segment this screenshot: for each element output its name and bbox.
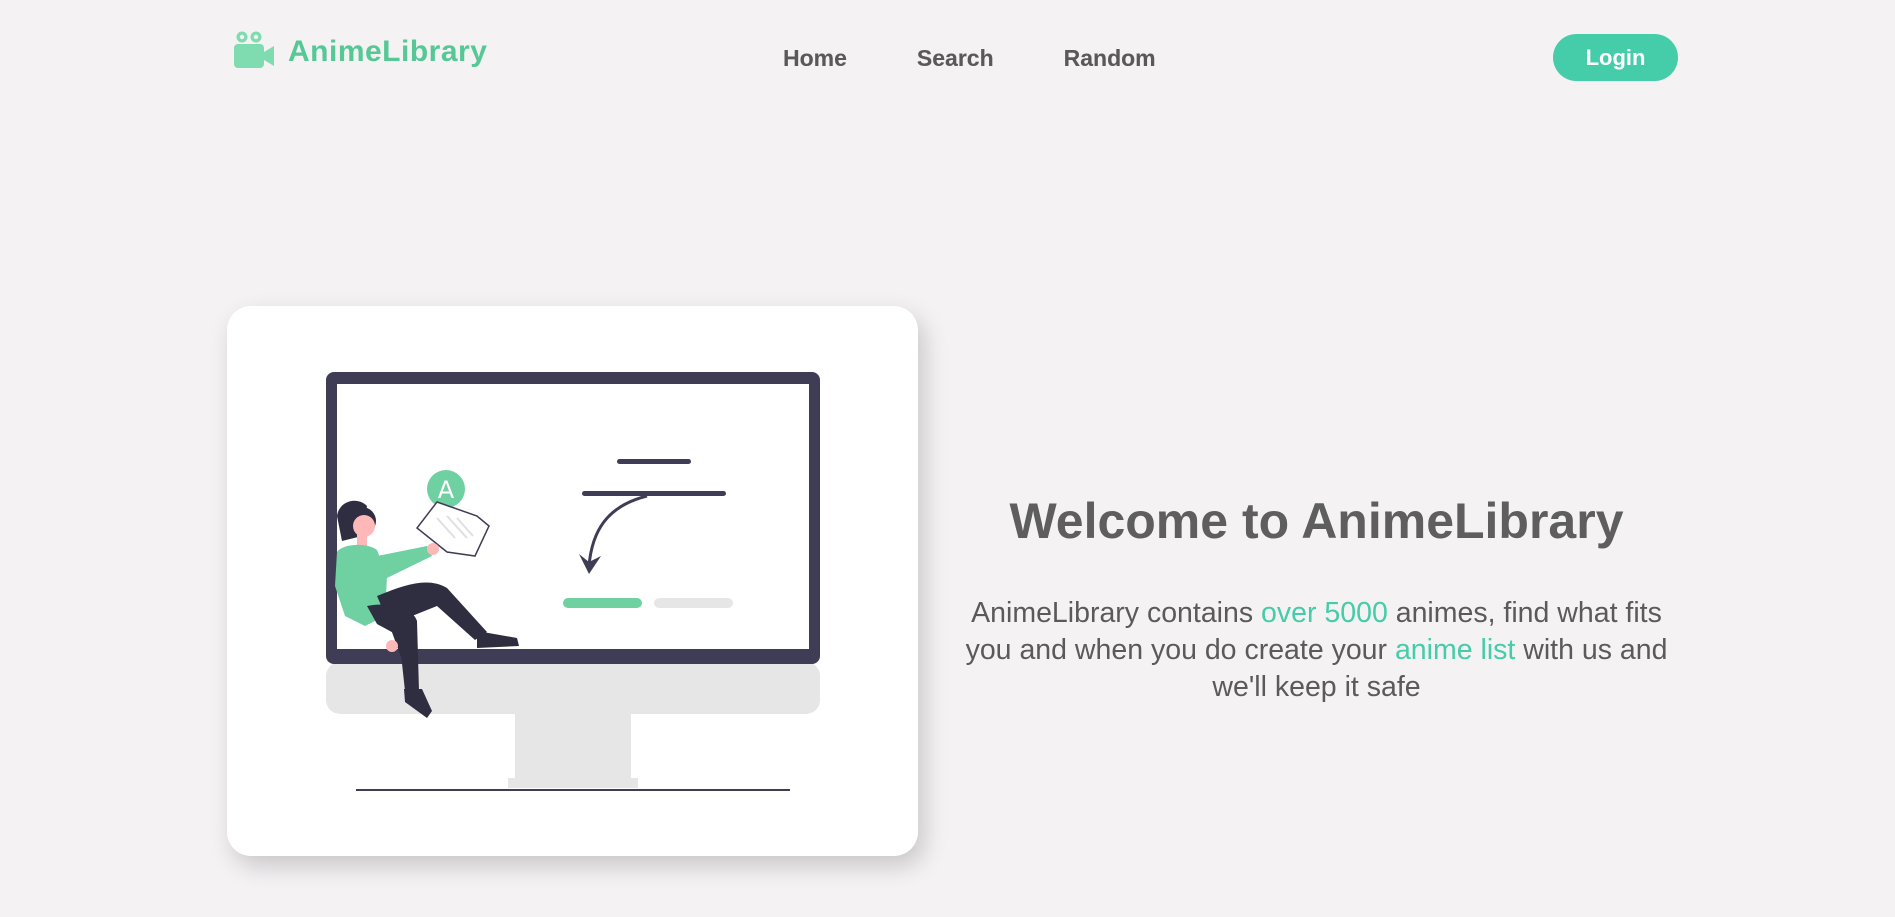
hero-desc-highlight-list: anime list: [1394, 634, 1516, 666]
hero-title: Welcome to AnimeLibrary: [1009, 493, 1624, 549]
nav-home[interactable]: Home: [783, 40, 847, 76]
nav-search[interactable]: Search: [917, 40, 994, 76]
brand-name: AnimeLibrary: [288, 35, 488, 68]
person-with-monitor-illustration: A: [326, 372, 820, 791]
hero-desc-highlight-count: over 5000: [1261, 597, 1388, 629]
brand-logo[interactable]: AnimeLibrary: [232, 30, 487, 74]
hero-description: AnimeLibrary contains over 5000 animes, …: [960, 595, 1673, 706]
main-nav: Home Search Random: [783, 40, 1156, 76]
site-header: AnimeLibrary Home Search Random Login: [0, 0, 1895, 115]
nav-random[interactable]: Random: [1064, 40, 1156, 76]
hero-desc-part1: AnimeLibrary contains: [971, 597, 1262, 629]
login-button[interactable]: Login: [1553, 34, 1678, 81]
illustration-badge-letter: A: [438, 476, 455, 504]
hero-illustration-card: A: [227, 306, 918, 856]
video-camera-icon: [234, 31, 274, 68]
